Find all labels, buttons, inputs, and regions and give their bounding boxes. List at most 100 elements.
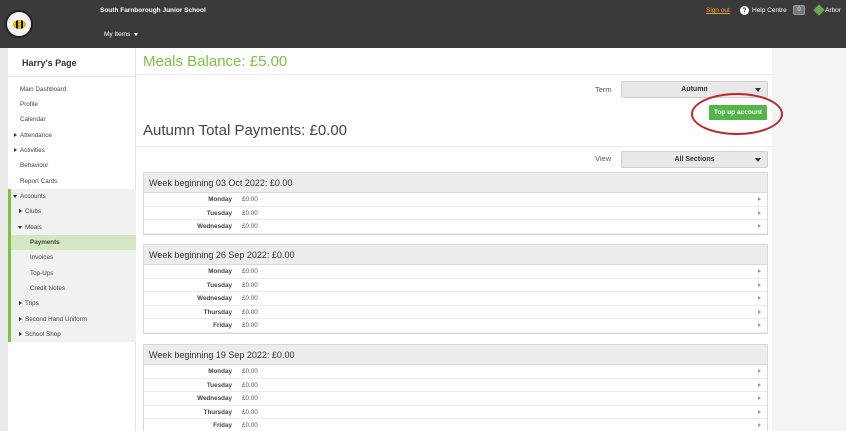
my-items-label: My Items (104, 31, 131, 38)
table-row[interactable]: Tuesday £0.00 (144, 207, 767, 220)
week-panel: Week beginning 19 Sep 2022: £0.00 Monday… (143, 344, 768, 431)
sidebar-item-main-dashboard[interactable]: Main Dashboard (8, 82, 136, 97)
table-row[interactable]: Tuesday £0.00 (144, 279, 767, 292)
sidebar-item-label: Behaviour (20, 162, 49, 169)
sidebar-item-invoices[interactable]: Invoices (8, 250, 136, 265)
help-icon: ? (740, 6, 749, 15)
sidebar-item-label: Top-Ups (30, 270, 54, 277)
sidebar-item-credit-notes[interactable]: Credit Notes (8, 281, 136, 296)
sidebar-item-label: Meals (25, 224, 42, 231)
table-row[interactable]: Friday £0.00 (144, 319, 767, 333)
day-label: Friday (213, 422, 232, 429)
sidebar-item-trips[interactable]: Trips (8, 296, 136, 311)
sidebar-item-label: Main Dashboard (20, 86, 67, 93)
chevron-right-icon[interactable] (758, 323, 761, 327)
day-label: Monday (208, 368, 232, 375)
day-label: Monday (208, 268, 232, 275)
chevron-right-icon[interactable] (758, 382, 761, 387)
sidebar-item-second-hand-uniform[interactable]: Second Hand Uniform (8, 312, 136, 327)
sidebar-item-label: Trips (25, 300, 39, 307)
chevron-right-icon[interactable] (758, 224, 761, 228)
table-row[interactable]: Friday £0.00 (144, 419, 767, 431)
day-label: Wednesday (197, 295, 232, 302)
chevron-right-icon[interactable] (758, 309, 761, 314)
sidebar-item-label: Accounts (20, 193, 46, 200)
chevron-down-icon (755, 88, 761, 92)
table-row[interactable]: Monday £0.00 (144, 193, 767, 207)
sidebar-item-behaviour[interactable]: Behaviour (8, 158, 136, 173)
table-row[interactable]: Wednesday £0.00 (144, 392, 767, 406)
chevron-right-icon[interactable] (758, 423, 761, 427)
day-label: Thursday (203, 408, 232, 416)
day-label: Tuesday (206, 209, 232, 217)
table-row[interactable]: Monday £0.00 (144, 265, 767, 279)
sidebar-item-label: Activities (20, 147, 45, 154)
chevron-down-icon (13, 195, 17, 198)
top-bar: South Farnborough Junior School My Items… (0, 0, 846, 48)
school-logo[interactable] (5, 10, 33, 38)
chevron-down-icon (755, 158, 761, 162)
sidebar-item-label: Calendar (20, 116, 46, 123)
sidebar-item-label: Report Cards (20, 178, 58, 185)
chevron-down-icon (18, 226, 22, 229)
sidebar-item-payments[interactable]: Payments (11, 235, 136, 250)
sidebar-item-top-ups[interactable]: Top-Ups (8, 266, 136, 281)
divider (136, 74, 772, 75)
table-row[interactable]: Thursday £0.00 (144, 306, 767, 319)
week-title: Week beginning 03 Oct 2022: £0.00 (144, 173, 767, 193)
sidebar-item-report-cards[interactable]: Report Cards (8, 174, 136, 189)
meals-balance-heading: Meals Balance: £5.00 (143, 53, 288, 70)
sidebar-item-school-shop[interactable]: School Shop (8, 327, 136, 342)
chevron-right-icon[interactable] (758, 369, 761, 373)
school-name: South Farnborough Junior School (100, 7, 206, 14)
amount: £0.00 (242, 223, 258, 230)
chevron-right-icon[interactable] (758, 210, 761, 215)
sidebar-item-clubs[interactable]: Clubs (8, 204, 136, 219)
amount: £0.00 (242, 395, 258, 402)
bee-icon (13, 20, 26, 29)
amount: £0.00 (242, 422, 258, 429)
amount: £0.00 (242, 322, 258, 329)
sidebar-item-profile[interactable]: Profile (8, 97, 136, 112)
chevron-right-icon (14, 133, 17, 137)
notification-badge[interactable]: 0 (793, 5, 805, 15)
sidebar-item-label: Payments (30, 239, 60, 246)
view-select[interactable]: All Sections (621, 151, 768, 168)
chevron-right-icon[interactable] (758, 197, 761, 201)
highlight-circle (691, 93, 783, 135)
table-row[interactable]: Wednesday £0.00 (144, 220, 767, 234)
help-centre-label: Help Centre (752, 7, 787, 14)
amount: £0.00 (242, 368, 258, 375)
sidebar-item-label: Invoices (30, 254, 54, 261)
sign-out-link[interactable]: Sign out (706, 7, 730, 14)
day-label: Tuesday (206, 381, 232, 389)
day-label: Friday (213, 322, 232, 329)
help-centre-link[interactable]: ? Help Centre (740, 6, 787, 15)
table-row[interactable]: Monday £0.00 (144, 365, 767, 379)
sidebar-item-attendance[interactable]: Attendance (8, 128, 136, 143)
sidebar-item-calendar[interactable]: Calendar (8, 112, 136, 127)
table-row[interactable]: Thursday £0.00 (144, 406, 767, 419)
sidebar-item-accounts[interactable]: Accounts (8, 189, 136, 204)
table-row[interactable]: Wednesday £0.00 (144, 292, 767, 306)
chevron-right-icon[interactable] (758, 396, 761, 400)
amount: £0.00 (242, 381, 258, 389)
amount: £0.00 (242, 295, 258, 302)
sidebar-item-label: Second Hand Uniform (25, 316, 87, 323)
chevron-right-icon[interactable] (758, 296, 761, 300)
chevron-right-icon (19, 332, 22, 336)
chevron-right-icon (19, 317, 22, 321)
term-label: Term (595, 85, 612, 94)
chevron-right-icon[interactable] (758, 269, 761, 273)
chevron-right-icon[interactable] (758, 282, 761, 287)
arbor-brand[interactable]: Arbor (813, 4, 841, 16)
arbor-label: Arbor (825, 6, 841, 14)
chevron-right-icon (19, 209, 22, 213)
sidebar-item-label: Profile (20, 101, 38, 108)
view-label: View (595, 154, 612, 163)
sidebar-item-meals[interactable]: Meals (8, 220, 136, 235)
my-items-menu[interactable]: My Items (104, 31, 139, 38)
chevron-right-icon[interactable] (758, 409, 761, 414)
sidebar-item-activities[interactable]: Activities (8, 143, 136, 158)
table-row[interactable]: Tuesday £0.00 (144, 379, 767, 392)
